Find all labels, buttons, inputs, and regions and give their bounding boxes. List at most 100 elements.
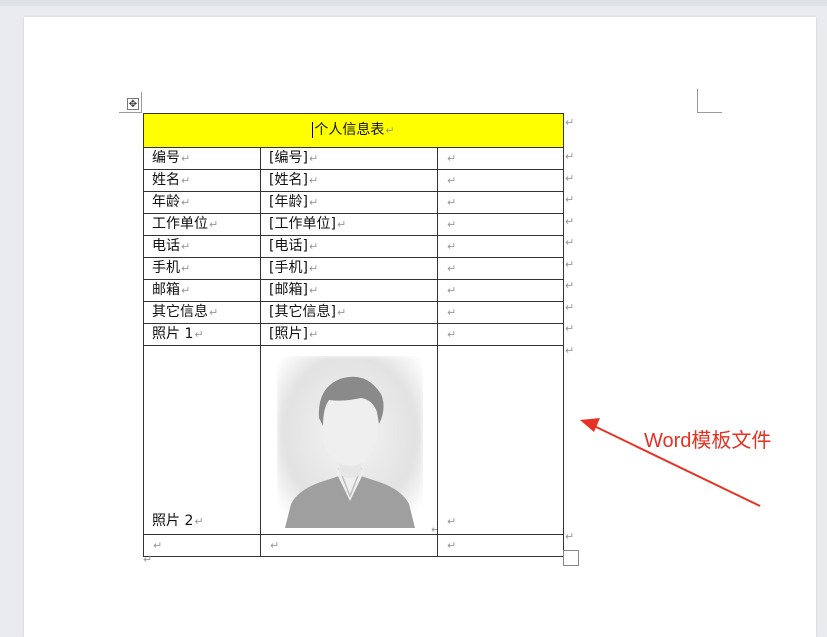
end-of-row-mark: ↵ bbox=[565, 258, 575, 271]
paragraph-mark: ↵ bbox=[447, 240, 457, 253]
empty-cell[interactable]: ↵ bbox=[260, 534, 438, 557]
field-label-cell[interactable]: 照片 1↵ bbox=[143, 323, 261, 346]
table-row: 其它信息↵ [其它信息]↵ ↵ bbox=[143, 301, 565, 324]
field-value: [手机] bbox=[269, 260, 308, 276]
field-value: [编号] bbox=[269, 150, 308, 166]
paragraph-mark: ↵ bbox=[194, 515, 204, 528]
end-of-row-mark: ↵ bbox=[565, 193, 575, 206]
field-label-cell[interactable]: 电话↵ bbox=[143, 235, 261, 258]
end-of-row-mark: ↵ bbox=[565, 301, 575, 314]
paragraph-mark: ↵ bbox=[194, 328, 204, 341]
empty-cell[interactable]: ↵ bbox=[436, 534, 565, 557]
field-label-cell[interactable]: 工作单位↵ bbox=[143, 213, 261, 236]
paragraph-mark: ↵ bbox=[181, 262, 191, 275]
empty-cell[interactable]: ↵ bbox=[436, 257, 565, 280]
paragraph-mark: ↵ bbox=[181, 196, 191, 209]
empty-cell[interactable]: ↵ bbox=[436, 147, 565, 170]
field-value: [照片] bbox=[269, 326, 308, 342]
paragraph-mark: ↵ bbox=[447, 284, 457, 297]
field-value: [其它信息] bbox=[269, 304, 336, 320]
field-value-cell[interactable]: [电话]↵ bbox=[260, 235, 438, 258]
table-title-row: 个人信息表↵ bbox=[142, 113, 565, 148]
paragraph-mark: ↵ bbox=[447, 515, 457, 528]
paragraph-mark: ↵ bbox=[336, 218, 347, 231]
paragraph-mark: ↵ bbox=[209, 306, 219, 319]
empty-cell[interactable]: ↵ bbox=[436, 345, 565, 535]
field-value-cell[interactable]: [编号]↵ bbox=[260, 147, 438, 170]
paragraph-mark: ↵ bbox=[447, 306, 457, 319]
table-resize-handle[interactable] bbox=[563, 550, 579, 566]
field-label-cell[interactable]: 姓名↵ bbox=[143, 169, 261, 192]
paragraph-mark: ↵ bbox=[447, 196, 457, 209]
paragraph-mark: ↵ bbox=[308, 328, 319, 341]
field-value: [工作单位] bbox=[269, 216, 336, 232]
paragraph-mark: ↵ bbox=[153, 539, 163, 552]
empty-cell[interactable]: ↵ bbox=[436, 235, 565, 258]
field-value-cell[interactable]: [工作单位]↵ bbox=[260, 213, 438, 236]
paragraph-mark: ↵ bbox=[385, 124, 395, 137]
paragraph-mark: ↵ bbox=[336, 306, 347, 319]
paragraph-mark: ↵ bbox=[447, 152, 457, 165]
end-of-row-mark: ↵ bbox=[565, 172, 575, 185]
paragraph-mark: ↵ bbox=[181, 174, 191, 187]
paragraph-mark: ↵ bbox=[181, 152, 191, 165]
paragraph-mark: ↵ bbox=[431, 520, 437, 534]
field-value-cell[interactable]: [邮箱]↵ bbox=[260, 279, 438, 302]
end-of-row-mark: ↵ bbox=[565, 344, 575, 357]
personal-info-table: 个人信息表↵ 编号↵ [编号]↵ ↵ 姓名↵ [姓名]↵ ↵ 年龄↵ [年龄]↵… bbox=[142, 113, 565, 557]
end-of-row-mark: ↵ bbox=[565, 150, 575, 163]
photo-row: 照片 2↵ ↵ bbox=[143, 345, 565, 535]
paragraph-mark: ↵ bbox=[143, 553, 153, 566]
end-of-row-mark: ↵ bbox=[565, 215, 575, 228]
field-value-cell[interactable]: [照片]↵ bbox=[260, 323, 438, 346]
table-title: 个人信息表 bbox=[314, 122, 385, 138]
empty-cell[interactable]: ↵ bbox=[436, 323, 565, 346]
field-label: 邮箱 bbox=[152, 282, 180, 298]
empty-cell[interactable]: ↵ bbox=[436, 301, 565, 324]
field-value: [电话] bbox=[269, 238, 308, 254]
paragraph-mark: ↵ bbox=[447, 174, 457, 187]
table-row: 工作单位↵ [工作单位]↵ ↵ bbox=[143, 213, 565, 236]
field-value-cell[interactable]: [姓名]↵ bbox=[260, 169, 438, 192]
table-row: 电话↵ [电话]↵ ↵ bbox=[143, 235, 565, 258]
field-label: 电话 bbox=[152, 238, 180, 254]
paragraph-mark: ↵ bbox=[270, 539, 280, 552]
field-value-cell[interactable]: [年龄]↵ bbox=[260, 191, 438, 214]
field-value: [年龄] bbox=[269, 194, 308, 210]
table-row: 编号↵ [编号]↵ ↵ bbox=[143, 147, 565, 170]
paragraph-mark: ↵ bbox=[209, 218, 219, 231]
field-label-cell[interactable]: 年龄↵ bbox=[143, 191, 261, 214]
empty-cell[interactable]: ↵ bbox=[436, 191, 565, 214]
field-label: 其它信息 bbox=[152, 304, 208, 320]
empty-cell[interactable]: ↵ bbox=[436, 213, 565, 236]
field-label: 照片 2 bbox=[152, 513, 194, 529]
portrait-placeholder-image[interactable] bbox=[277, 356, 423, 528]
field-value-cell[interactable]: [其它信息]↵ bbox=[260, 301, 438, 324]
empty-cell[interactable]: ↵ bbox=[436, 279, 565, 302]
field-value-cell[interactable]: [手机]↵ bbox=[260, 257, 438, 280]
table-row: 年龄↵ [年龄]↵ ↵ bbox=[143, 191, 565, 214]
paragraph-mark: ↵ bbox=[181, 284, 191, 297]
field-label: 工作单位 bbox=[152, 216, 208, 232]
empty-cell[interactable]: ↵ bbox=[143, 534, 261, 557]
paragraph-mark: ↵ bbox=[447, 218, 457, 231]
crop-mark-top-right bbox=[697, 89, 722, 113]
photo-cell[interactable]: ↵ bbox=[260, 345, 438, 535]
photo-label-cell[interactable]: 照片 2↵ bbox=[143, 345, 261, 535]
paragraph-mark: ↵ bbox=[447, 539, 457, 552]
paragraph-mark: ↵ bbox=[447, 262, 457, 275]
paragraph-mark: ↵ bbox=[308, 240, 319, 253]
annotation-label: Word模板文件 bbox=[644, 430, 772, 452]
field-value: [姓名] bbox=[269, 172, 308, 188]
field-label: 年龄 bbox=[152, 194, 180, 210]
field-label: 手机 bbox=[152, 260, 180, 276]
field-label-cell[interactable]: 其它信息↵ bbox=[143, 301, 261, 324]
field-label-cell[interactable]: 编号↵ bbox=[143, 147, 261, 170]
end-of-row-mark: ↵ bbox=[565, 279, 575, 292]
empty-cell[interactable]: ↵ bbox=[436, 169, 565, 192]
table-title-cell[interactable]: 个人信息表↵ bbox=[142, 113, 565, 148]
field-label-cell[interactable]: 手机↵ bbox=[143, 257, 261, 280]
field-label-cell[interactable]: 邮箱↵ bbox=[143, 279, 261, 302]
paragraph-mark: ↵ bbox=[308, 174, 319, 187]
table-move-handle-icon[interactable]: ✥ bbox=[127, 98, 139, 110]
